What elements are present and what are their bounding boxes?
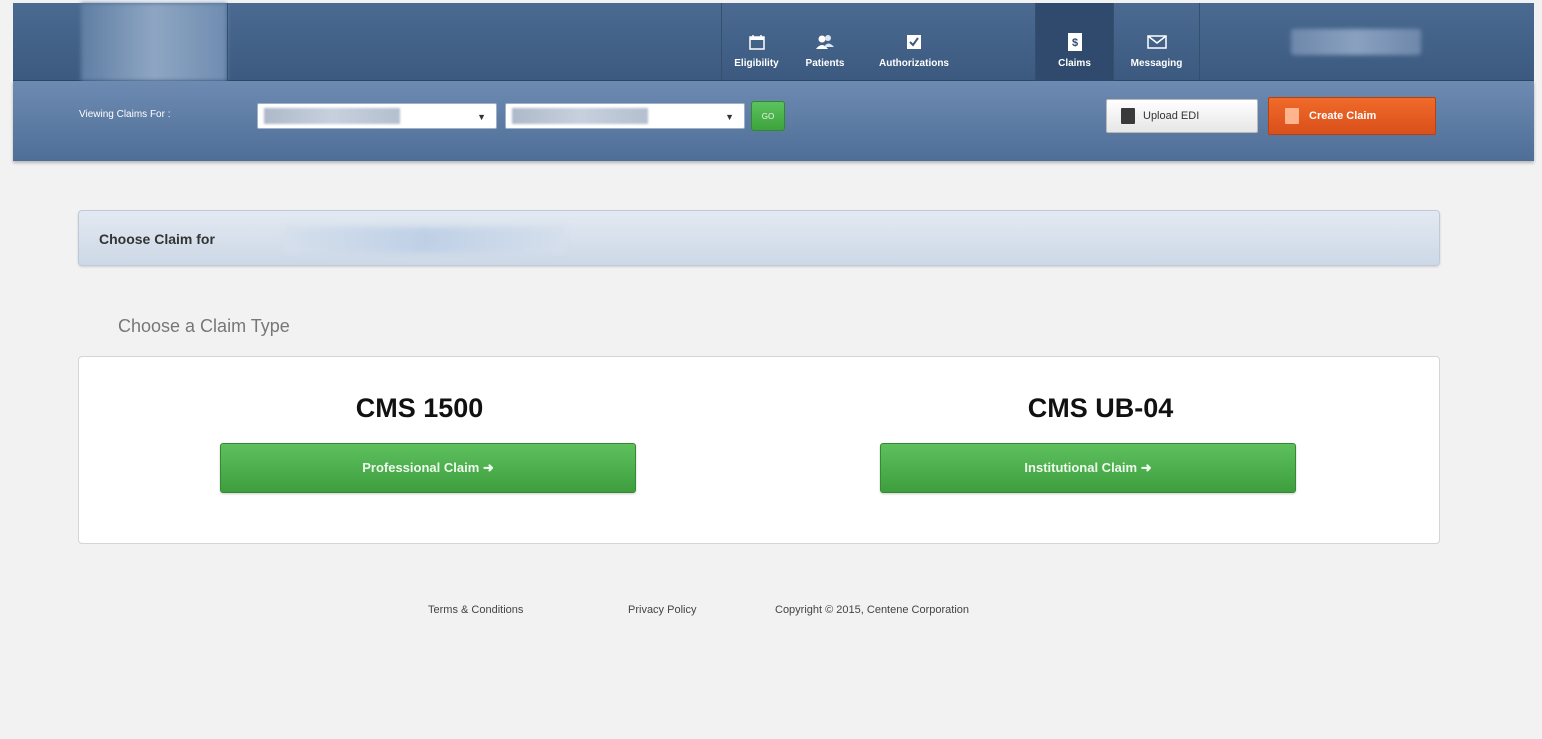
- redacted-value: [512, 108, 648, 124]
- tab-label: Eligibility: [734, 58, 779, 69]
- tab-eligibility[interactable]: Eligibility: [721, 3, 791, 81]
- new-document-icon: [1285, 108, 1299, 124]
- claims-toolbar: Viewing Claims For : ▼ ▼ GO Upload EDI C…: [13, 81, 1534, 161]
- tab-authorizations[interactable]: Authorizations: [859, 3, 969, 81]
- tab-label: Claims: [1058, 58, 1091, 69]
- tab-claims[interactable]: $ Claims: [1035, 3, 1113, 81]
- upload-edi-button[interactable]: Upload EDI: [1106, 99, 1258, 133]
- choose-claim-panel: Choose Claim for: [78, 210, 1440, 266]
- account-redacted[interactable]: [1291, 29, 1421, 55]
- privacy-link[interactable]: Privacy Policy: [628, 604, 696, 616]
- dollar-document-icon: $: [1065, 32, 1085, 52]
- checklist-icon: [904, 32, 924, 52]
- caret-down-icon: ▼: [477, 112, 486, 122]
- tab-label: Messaging: [1130, 58, 1183, 69]
- calendar-icon: [747, 32, 767, 52]
- users-icon: [815, 32, 835, 52]
- claim-type-card: CMS 1500 Professional Claim ➜ CMS UB-04 …: [78, 356, 1440, 544]
- claim-option-cms1500: CMS 1500 Professional Claim ➜: [79, 357, 760, 545]
- redacted-value: [264, 108, 400, 124]
- tab-label: Patients: [805, 58, 845, 69]
- redacted-provider-name: [285, 227, 565, 253]
- envelope-icon: [1146, 32, 1167, 52]
- professional-claim-button[interactable]: Professional Claim ➜: [220, 443, 636, 493]
- provider-select[interactable]: ▼: [257, 103, 497, 129]
- copyright-text: Copyright © 2015, Centene Corporation: [775, 604, 969, 616]
- viewing-claims-label: Viewing Claims For :: [79, 109, 171, 120]
- upload-edi-label: Upload EDI: [1143, 110, 1200, 122]
- svg-text:$: $: [1071, 37, 1077, 49]
- divider: [1199, 3, 1201, 81]
- location-select[interactable]: ▼: [505, 103, 745, 129]
- go-button[interactable]: GO: [751, 101, 785, 131]
- terms-link[interactable]: Terms & Conditions: [428, 604, 523, 616]
- panel-title: Choose Claim for: [99, 231, 215, 247]
- divider: [227, 3, 228, 81]
- caret-down-icon: ▼: [725, 112, 734, 122]
- claim-type-heading: Choose a Claim Type: [118, 316, 290, 336]
- claim-option-title: CMS UB-04: [1027, 393, 1174, 423]
- create-claim-label: Create Claim: [1309, 110, 1377, 122]
- claim-option-title: CMS 1500: [355, 393, 484, 423]
- logo-redacted: [81, 3, 227, 81]
- tab-messaging[interactable]: Messaging: [1113, 3, 1199, 81]
- footer: Terms & Conditions Privacy Policy Copyri…: [0, 604, 1542, 624]
- upload-file-icon: [1121, 108, 1135, 124]
- create-claim-button[interactable]: Create Claim: [1268, 97, 1436, 135]
- claim-option-ub04: CMS UB-04 Institutional Claim ➜: [760, 357, 1441, 545]
- institutional-claim-button[interactable]: Institutional Claim ➜: [880, 443, 1296, 493]
- top-nav-bar: Eligibility Patients Authorizations $ Cl…: [13, 3, 1534, 81]
- tab-patients[interactable]: Patients: [791, 3, 859, 81]
- tab-label: Authorizations: [879, 58, 949, 69]
